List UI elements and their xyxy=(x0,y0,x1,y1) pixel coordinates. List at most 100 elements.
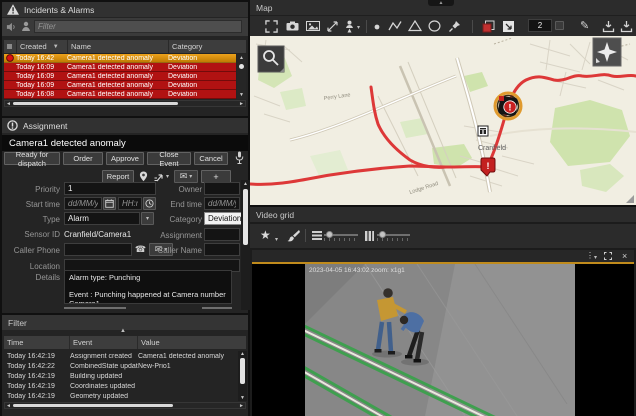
priority-label: Priority xyxy=(4,185,60,194)
cell-maximize-icon[interactable] xyxy=(604,252,612,260)
event-time: Today 16:42:19 xyxy=(4,353,70,360)
cell-menu-kebab-icon[interactable]: ⋮ xyxy=(586,251,594,261)
sound-icon[interactable] xyxy=(6,22,17,32)
end-date-input[interactable] xyxy=(204,197,240,210)
details-textarea[interactable]: Alarm type: Punching Event : Punching ha… xyxy=(64,270,232,304)
draw-polygon-icon[interactable] xyxy=(408,20,422,32)
draw-polyline-icon[interactable] xyxy=(388,20,402,32)
details-line2: Event : Punching happened at Camera numb… xyxy=(69,290,227,304)
ready-for-dispatch-button[interactable]: Ready for dispatch xyxy=(4,152,60,165)
camera-icon[interactable] xyxy=(286,21,299,31)
assignment-field-input[interactable] xyxy=(204,228,240,241)
grid-rows-icon xyxy=(312,231,322,240)
layers-icon[interactable] xyxy=(482,20,495,33)
fit-screen-icon[interactable] xyxy=(265,20,278,33)
event-name: Building updated xyxy=(70,373,138,380)
video-cell-titlebar[interactable]: ⋮ ▾ × xyxy=(252,250,634,262)
alarm-list-horizontal-scrollbar[interactable]: ◄ ► xyxy=(4,100,246,107)
details-horizontal-scrollbar[interactable] xyxy=(64,307,232,310)
alarm-created: Today 16:09 xyxy=(16,82,67,89)
event-row[interactable]: Today 16:42:19 Assignment created Camera… xyxy=(4,351,236,361)
column-header-time[interactable]: Time xyxy=(4,336,70,349)
map-collapse-tab[interactable]: ▲ xyxy=(428,0,454,6)
start-clock-input[interactable] xyxy=(118,197,142,210)
event-row[interactable]: Today 16:42:19 Building updated xyxy=(4,371,236,381)
draw-ellipse-icon[interactable] xyxy=(428,20,441,32)
column-header-event[interactable]: Event xyxy=(70,336,138,349)
paintbrush-icon[interactable] xyxy=(286,229,300,242)
cell-menu-caret[interactable]: ▾ xyxy=(594,254,597,261)
export-image-icon[interactable] xyxy=(502,20,515,33)
map-search-button[interactable] xyxy=(258,46,284,72)
caller-name-input[interactable] xyxy=(204,243,240,256)
collapse-caret-icon[interactable]: ▲ xyxy=(120,328,126,334)
approve-button[interactable]: Approve xyxy=(106,152,144,165)
close-event-button[interactable]: Close Event xyxy=(147,152,191,165)
rows-slider-knob[interactable] xyxy=(326,231,333,238)
camera-video-image: 2023-04-05 16:43:02 zoom: x1g1 xyxy=(305,264,575,416)
type-select[interactable]: Alarm xyxy=(64,212,140,225)
alarm-filter-input[interactable] xyxy=(34,20,242,33)
find-location-icon[interactable] xyxy=(344,20,355,33)
pencil-icon[interactable]: ✎ xyxy=(580,20,589,32)
column-header-created[interactable]: Created ▼ xyxy=(17,40,68,53)
row-indicator-column-header[interactable] xyxy=(4,40,17,53)
measure-icon[interactable] xyxy=(326,20,339,33)
category-input[interactable]: Deviation xyxy=(204,212,244,225)
person-icon[interactable] xyxy=(21,21,31,32)
favorites-caret[interactable]: ▾ xyxy=(275,236,278,243)
sensor-id-value: Cranfield/Camera1 xyxy=(64,230,131,239)
event-filter-title: Filter xyxy=(8,318,27,328)
event-value: Camera1 detected anomaly xyxy=(138,353,234,360)
alarm-state-icon xyxy=(4,54,16,62)
line-width-input[interactable] xyxy=(528,19,552,32)
favorites-star-icon[interactable]: ★ xyxy=(260,229,271,242)
video-frame[interactable]: 2023-04-05 16:43:02 zoom: x1g1 xyxy=(252,264,634,416)
event-time: Today 16:42:19 xyxy=(4,383,70,390)
alarm-row[interactable]: Today 16:09 Camera1 detected anomaly Dev… xyxy=(4,63,236,72)
column-header-category[interactable]: Category xyxy=(169,40,246,53)
alarm-row[interactable]: Today 16:42 Camera1 detected anomaly Dev… xyxy=(4,54,236,63)
category-value: Deviation xyxy=(208,214,241,223)
event-row[interactable]: Today 16:42:19 Geometry updated xyxy=(4,391,236,401)
email-icon[interactable]: ✉ ▾ xyxy=(174,170,198,183)
alarm-list-vertical-scrollbar[interactable]: ▲ ▼ xyxy=(237,54,246,99)
pushpin-icon[interactable] xyxy=(448,20,461,33)
alarm-name: Camera1 detected anomaly xyxy=(67,82,168,89)
warning-triangle-icon xyxy=(7,4,19,15)
order-button[interactable]: Order xyxy=(63,152,103,165)
calendar-icon[interactable] xyxy=(103,197,116,210)
map-canvas[interactable]: Cranfield Perry Lane Lodge Road ! xyxy=(250,36,636,205)
alarm-category: Deviation xyxy=(168,82,234,89)
start-date-input[interactable] xyxy=(64,197,102,210)
form-vertical-scrollbar[interactable]: ▲ xyxy=(241,180,250,310)
import-icon[interactable] xyxy=(602,20,615,33)
sort-caret-icon: ▼ xyxy=(53,44,59,50)
caller-phone-input[interactable] xyxy=(64,243,132,256)
owner-input[interactable] xyxy=(204,182,240,195)
cancel-button[interactable]: Cancel xyxy=(194,152,228,165)
line-width-button[interactable] xyxy=(555,21,564,30)
event-list-horizontal-scrollbar[interactable]: ◄ ► xyxy=(4,402,246,409)
alarm-row[interactable]: Today 16:09 Camera1 detected anomaly Dev… xyxy=(4,72,236,81)
find-location-caret[interactable]: ▾ xyxy=(357,24,360,31)
building-map-icon[interactable] xyxy=(478,126,488,136)
draw-point-icon[interactable] xyxy=(374,24,380,30)
microphone-icon[interactable] xyxy=(235,151,244,165)
columns-slider-knob[interactable] xyxy=(379,231,386,238)
event-time: Today 16:42:22 xyxy=(4,363,70,370)
column-header-name[interactable]: Name xyxy=(68,40,169,53)
alarm-row[interactable]: Today 16:09 Camera1 detected anomaly Dev… xyxy=(4,81,236,90)
incidents-title: Incidents & Alarms xyxy=(24,5,94,15)
snapshot-icon[interactable] xyxy=(306,21,320,31)
alarm-row[interactable]: Today 16:08 Camera1 detected anomaly Dev… xyxy=(4,90,236,99)
cell-close-icon[interactable]: × xyxy=(622,250,627,262)
download-icon[interactable] xyxy=(620,20,633,33)
map-compass-button[interactable] xyxy=(593,38,621,66)
alarm-created: Today 16:09 xyxy=(16,73,67,80)
event-list-vertical-scrollbar[interactable]: ▲ ▼ xyxy=(238,351,247,401)
event-row[interactable]: Today 16:42:19 Coordinates updated xyxy=(4,381,236,391)
event-row[interactable]: Today 16:42:22 CombinedState updat... Ne… xyxy=(4,361,236,371)
alarm-created: Today 16:42 xyxy=(16,55,67,62)
column-header-value[interactable]: Value xyxy=(138,336,246,349)
